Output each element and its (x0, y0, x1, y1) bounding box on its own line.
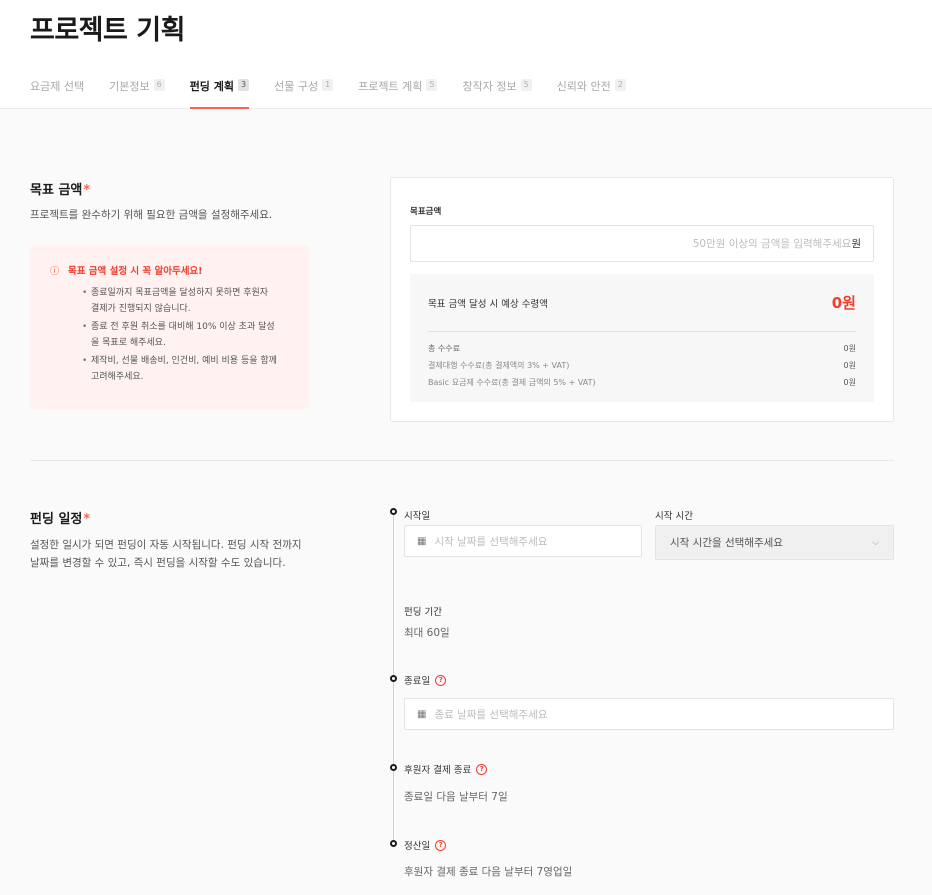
schedule-desc-line: 설정한 일시가 되면 펀딩이 자동 시작됩니다. 펀딩 시작 전까지 (30, 539, 302, 551)
question-icon[interactable]: ? (435, 674, 447, 686)
tab-label: 선물 구성 (274, 80, 319, 93)
fee-row-payment: 결제대행 수수료(총 결제액의 3% + VAT) 0원 (428, 357, 856, 374)
section-divider (30, 460, 894, 461)
tab-bar: 요금제 선택 기본정보 6 펀딩 계획 3 선물 구성 1 프로젝트 계획 5 창작자 … (30, 78, 651, 109)
funding-period-value: 최대 60일 (404, 627, 450, 639)
goal-amount-placeholder: 50만원 이상의 금액을 입력해주세요 (692, 238, 852, 250)
expected-amount-summary: 목표 금액 달성 시 예상 수령액 0원 총 수수료 0원 결제대행 수수료(총… (410, 274, 874, 402)
notice-title: 목표 금액 설정 시 꼭 알아두세요! (68, 266, 203, 277)
expected-amount-row: 목표 금액 달성 시 예상 수령액 0원 (428, 274, 856, 332)
end-date-input[interactable]: ▦ 종료 날짜를 선택해주세요 (404, 698, 894, 730)
settlement-label: 정산일? (404, 838, 447, 852)
fee-value: 0원 (843, 378, 856, 387)
schedule-section-desc: 설정한 일시가 되면 펀딩이 자동 시작됩니다. 펀딩 시작 전까지 날짜를 변… (30, 536, 302, 572)
tab-label: 펀딩 계획 (189, 80, 234, 93)
settlement-label-text: 정산일 (404, 841, 431, 852)
tab-count-badge: 5 (426, 79, 438, 91)
tab-label: 신뢰와 안전 (556, 80, 611, 93)
notice-item: 종료일까지 목표금액을 달성하지 못하면 후원자 결제가 진행되지 않습니다. (82, 286, 290, 317)
fee-label: 결제대행 수수료(총 결제액의 3% + VAT) (428, 361, 570, 370)
tab-label: 기본정보 (109, 80, 150, 93)
currency-unit: 원 (851, 238, 861, 250)
calendar-icon: ▦ (417, 535, 427, 547)
tab-label: 프로젝트 계획 (358, 80, 423, 93)
fee-row-plan: Basic 요금제 수수료(총 결제 금액의 5% + VAT) 0원 (428, 374, 856, 391)
schedule-title-text: 펀딩 일정 (30, 512, 83, 527)
required-mark: * (83, 512, 91, 527)
goal-amount-input[interactable]: 50만원 이상의 금액을 입력해주세요 원 (410, 225, 874, 262)
funding-period-label: 펀딩 기간 (404, 607, 442, 618)
start-date-placeholder: 시작 날짜를 선택해주세요 (434, 535, 548, 548)
tab-funding-plan[interactable]: 펀딩 계획 3 (189, 78, 250, 109)
fee-row-total: 총 수수료 0원 (428, 340, 856, 357)
goal-amount-label: 목표금액 (410, 207, 442, 217)
timeline-dot (390, 675, 397, 682)
goal-notice-box: ⓘ 목표 금액 설정 시 꼭 알아두세요! 종료일까지 목표금액을 달성하지 못… (30, 245, 310, 409)
payment-end-value: 종료일 다음 날부터 7일 (404, 791, 508, 803)
tab-count-badge: 6 (153, 79, 165, 91)
tab-count-badge: 3 (238, 79, 250, 91)
fee-label: Basic 요금제 수수료(총 결제 금액의 5% + VAT) (428, 378, 596, 387)
timeline-dot (390, 508, 397, 515)
tab-creator-info[interactable]: 창작자 정보 5 (462, 78, 532, 109)
schedule-section-title: 펀딩 일정* (30, 508, 90, 527)
expected-amount-label: 목표 금액 달성 시 예상 수령액 (428, 298, 548, 310)
chevron-down-icon: ⌵ (872, 537, 879, 548)
fee-label: 총 수수료 (428, 344, 460, 353)
calendar-icon: ▦ (417, 708, 427, 720)
tab-count-badge: 1 (322, 79, 334, 91)
tab-rewards[interactable]: 선물 구성 1 (274, 78, 334, 109)
timeline-dot (390, 840, 397, 847)
start-time-select[interactable]: 시작 시간을 선택해주세요 ⌵ (655, 525, 894, 560)
payment-end-label-text: 후원자 결제 종료 (404, 765, 472, 776)
tab-trust-safety[interactable]: 신뢰와 안전 2 (557, 78, 626, 109)
notice-header: ⓘ 목표 금액 설정 시 꼭 알아두세요! (50, 263, 290, 277)
notice-item: 종료 전 후원 취소를 대비해 10% 이상 초과 달성을 목표로 해주세요. (82, 320, 290, 351)
notice-list: 종료일까지 목표금액을 달성하지 못하면 후원자 결제가 진행되지 않습니다. … (50, 286, 290, 385)
goal-title-text: 목표 금액 (30, 183, 83, 198)
question-icon[interactable]: ? (476, 763, 488, 775)
settlement-value: 후원자 결제 종료 다음 날부터 7영업일 (404, 866, 573, 878)
expected-amount-value: 0원 (831, 294, 856, 312)
end-date-label: 종료일? (404, 673, 447, 687)
start-time-placeholder: 시작 시간을 선택해주세요 (670, 537, 783, 549)
page-title: 프로젝트 기획 (30, 15, 185, 46)
fee-value: 0원 (843, 361, 856, 370)
start-date-input[interactable]: ▦ 시작 날짜를 선택해주세요 (404, 525, 642, 557)
schedule-desc-line: 날짜를 변경할 수 있고, 즉시 펀딩을 시작할 수도 있습니다. (30, 557, 286, 569)
tab-plan-select[interactable]: 요금제 선택 (30, 78, 84, 109)
start-time-label: 시작 시간 (655, 511, 693, 522)
tab-project-plan[interactable]: 프로젝트 계획 5 (358, 78, 438, 109)
tab-count-badge: 2 (614, 79, 626, 91)
tab-label: 창작자 정보 (462, 80, 517, 93)
goal-section-desc: 프로젝트를 완수하기 위해 필요한 금액을 설정해주세요. (30, 209, 273, 221)
notice-item: 제작비, 선물 배송비, 인건비, 예비 비용 등을 함께 고려해주세요. (82, 354, 290, 385)
end-date-placeholder: 종료 날짜를 선택해주세요 (434, 708, 548, 721)
goal-section-title: 목표 금액* (30, 179, 90, 198)
goal-amount-card: 목표금액 50만원 이상의 금액을 입력해주세요 원 목표 금액 달성 시 예상 … (390, 177, 894, 422)
required-mark: * (83, 183, 91, 198)
header: 프로젝트 기획 요금제 선택 기본정보 6 펀딩 계획 3 선물 구성 1 프로젝트 … (0, 0, 932, 109)
timeline-dot (390, 764, 397, 771)
payment-end-label: 후원자 결제 종료? (404, 762, 488, 776)
alert-icon: ⓘ (50, 266, 60, 277)
question-icon[interactable]: ? (435, 839, 447, 851)
start-date-label: 시작일 (404, 511, 431, 522)
tab-label: 요금제 선택 (30, 80, 85, 93)
end-date-label-text: 종료일 (404, 676, 431, 687)
tab-count-badge: 5 (520, 79, 532, 91)
fee-value: 0원 (843, 344, 856, 353)
tab-basic-info[interactable]: 기본정보 6 (109, 78, 165, 109)
